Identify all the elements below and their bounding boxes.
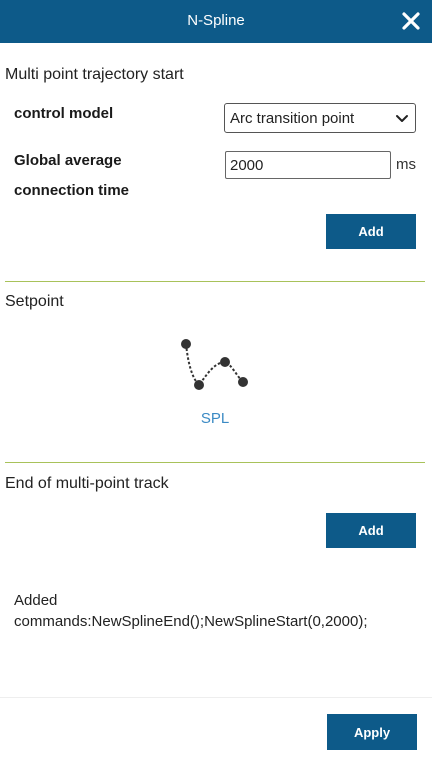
start-section-title: Multi point trajectory start [5,66,184,83]
title-bar: N-Spline [0,0,432,43]
status-line2: commands:NewSplineEnd();NewSplineStart(0… [14,613,368,630]
control-model-value: Arc transition point [230,110,355,127]
footer-divider [0,697,432,698]
add-end-button[interactable]: Add [326,513,416,548]
apply-button[interactable]: Apply [327,714,417,750]
dialog-title: N-Spline [187,12,245,29]
control-model-label: control model [14,105,114,122]
connection-time-label: Global average connection time [14,150,129,202]
connection-time-input[interactable] [225,151,391,179]
time-unit: ms [396,156,416,173]
status-line1: Added [14,592,58,609]
connection-time-label-line2: connection time [14,182,130,199]
status-message: Added commands:NewSplineEnd();NewSplineS… [14,590,368,632]
connection-time-label-line1: Global average [14,152,122,169]
spl-label: SPL [200,410,230,427]
divider [5,462,425,463]
chevron-down-icon [395,112,409,130]
close-icon[interactable] [400,10,422,32]
setpoint-section-title: Setpoint [5,293,64,310]
divider [5,281,425,282]
add-start-button[interactable]: Add [326,214,416,249]
spl-setpoint-item[interactable]: SPL [170,333,260,433]
spline-curve-icon [181,339,248,390]
control-model-select[interactable]: Arc transition point [224,103,416,133]
end-section-title: End of multi-point track [5,475,169,492]
